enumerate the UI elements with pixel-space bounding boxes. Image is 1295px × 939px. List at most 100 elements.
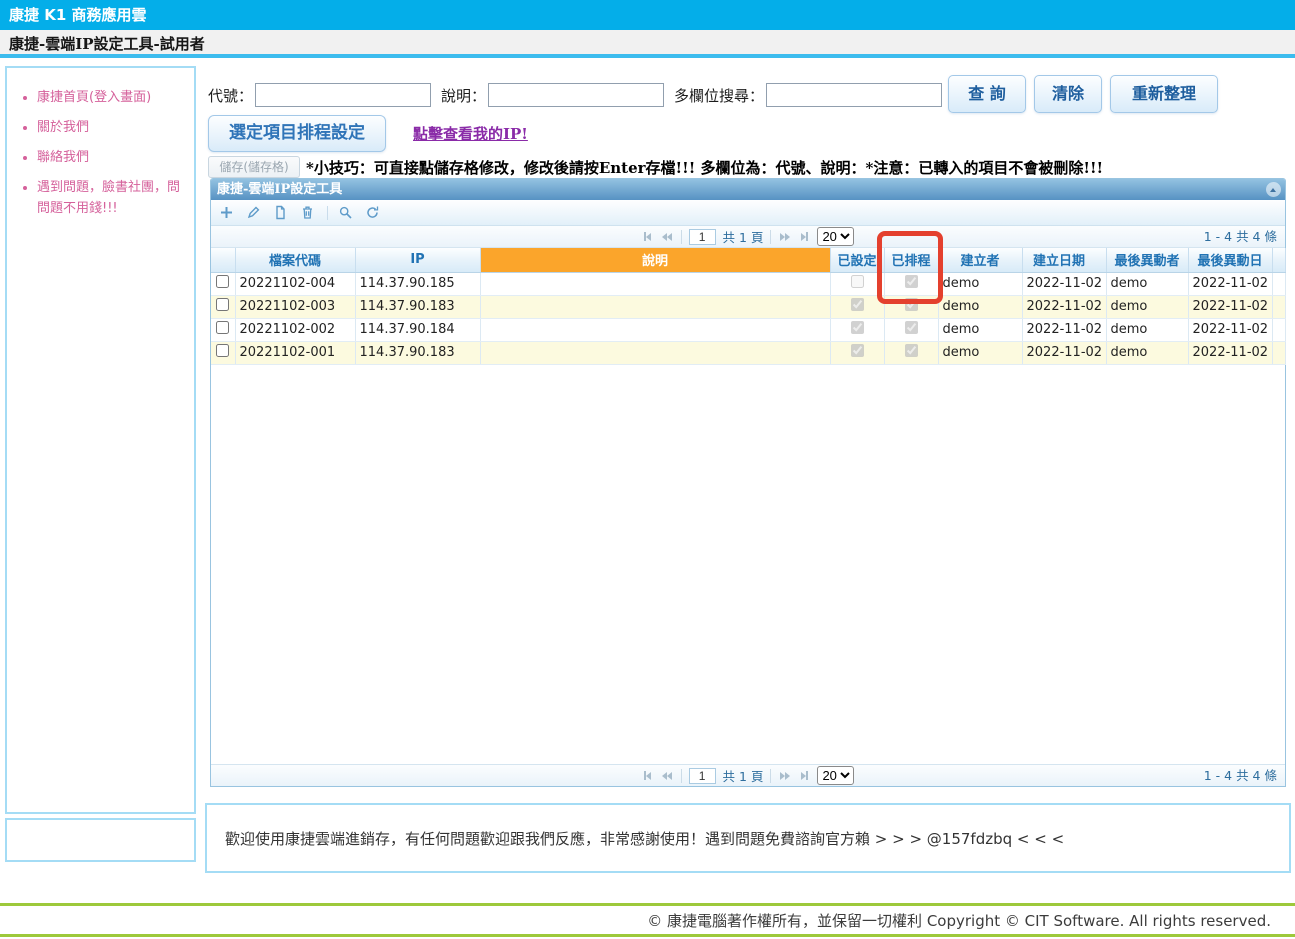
pager-top: 共 1 頁 20 1 - 4 共 4 條 bbox=[211, 226, 1285, 248]
copyright-text: © 康捷電腦著作權所有，並保留一切權利 Copyright © CIT Soft… bbox=[647, 910, 1271, 931]
cell-modifier[interactable]: demo bbox=[1106, 318, 1188, 341]
cell-scheduled-checkbox bbox=[884, 272, 938, 295]
view-icon[interactable] bbox=[273, 205, 288, 220]
cell-modifier[interactable]: demo bbox=[1106, 341, 1188, 364]
cell-desc[interactable] bbox=[480, 318, 830, 341]
page-size-select[interactable]: 20 bbox=[817, 227, 854, 246]
sidebar-item[interactable]: 康捷首頁(登入畫面) bbox=[37, 88, 184, 108]
last-page-icon[interactable] bbox=[799, 232, 810, 241]
delete-icon[interactable] bbox=[300, 205, 315, 220]
prev-page-icon[interactable] bbox=[660, 233, 674, 241]
cell-code[interactable]: 20221102-003 bbox=[235, 295, 355, 318]
collapse-icon[interactable] bbox=[1266, 182, 1281, 197]
cell-select bbox=[211, 341, 235, 364]
cell-modified-date[interactable]: 2022-11-02 bbox=[1188, 318, 1272, 341]
row-select-checkbox[interactable] bbox=[216, 321, 229, 334]
cell-filler[interactable] bbox=[1272, 341, 1285, 364]
reload-icon[interactable] bbox=[365, 205, 380, 220]
multi-search-input[interactable] bbox=[766, 83, 942, 107]
first-page-icon[interactable] bbox=[642, 232, 653, 241]
select-all-header[interactable] bbox=[211, 248, 235, 272]
col-header-desc[interactable]: 說明 bbox=[480, 248, 830, 272]
configured-checkbox bbox=[851, 275, 864, 288]
col-header-configured[interactable]: 已設定 bbox=[830, 248, 884, 272]
col-header-creator[interactable]: 建立者 bbox=[938, 248, 1022, 272]
scheduled-checkbox bbox=[905, 344, 918, 357]
cell-created-date[interactable]: 2022-11-02 bbox=[1022, 341, 1106, 364]
cell-desc[interactable] bbox=[480, 272, 830, 295]
row-select-checkbox[interactable] bbox=[216, 344, 229, 357]
cell-created-date[interactable]: 2022-11-02 bbox=[1022, 272, 1106, 295]
cell-ip[interactable]: 114.37.90.185 bbox=[355, 272, 480, 295]
cell-modified-date[interactable]: 2022-11-02 bbox=[1188, 341, 1272, 364]
action-row: 選定項目排程設定 點擊查看我的IP! bbox=[208, 114, 528, 152]
col-header-created[interactable]: 建立日期 bbox=[1022, 248, 1106, 272]
cell-creator[interactable]: demo bbox=[938, 295, 1022, 318]
clear-button[interactable]: 清除 bbox=[1034, 75, 1102, 113]
grid-panel-title: 康捷-雲端IP設定工具 bbox=[217, 182, 342, 197]
page-title-bar: 康捷-雲端IP設定工具-試用者 bbox=[0, 30, 1295, 58]
sidebar-item[interactable]: 聯絡我們 bbox=[37, 148, 184, 168]
check-my-ip-link[interactable]: 點擊查看我的IP! bbox=[413, 123, 528, 144]
sidebar-item[interactable]: 關於我們 bbox=[37, 118, 184, 138]
tip-row: 儲存(儲存格) *小技巧：可直接點儲存格修改，修改後請按Enter存檔!!! 多… bbox=[208, 154, 1103, 180]
cell-creator[interactable]: demo bbox=[938, 341, 1022, 364]
page-number-input[interactable] bbox=[689, 768, 716, 784]
cell-filler[interactable] bbox=[1272, 318, 1285, 341]
cell-code[interactable]: 20221102-001 bbox=[235, 341, 355, 364]
desc-input[interactable] bbox=[488, 83, 664, 107]
cell-modified-date[interactable]: 2022-11-02 bbox=[1188, 295, 1272, 318]
cell-code[interactable]: 20221102-004 bbox=[235, 272, 355, 295]
row-select-checkbox[interactable] bbox=[216, 275, 229, 288]
search-icon[interactable] bbox=[338, 205, 353, 220]
last-page-icon[interactable] bbox=[799, 771, 810, 780]
page-total-label: 共 1 頁 bbox=[723, 227, 764, 246]
page-root: 康捷 K1 商務應用雲 康捷-雲端IP設定工具-試用者 康捷首頁(登入畫面)關於… bbox=[0, 0, 1295, 939]
cell-code[interactable]: 20221102-002 bbox=[235, 318, 355, 341]
cell-ip[interactable]: 114.37.90.183 bbox=[355, 341, 480, 364]
cell-select bbox=[211, 272, 235, 295]
col-header-scheduled[interactable]: 已排程 bbox=[884, 248, 938, 272]
edit-icon[interactable] bbox=[246, 205, 261, 220]
cell-configured-checkbox bbox=[830, 295, 884, 318]
next-page-icon[interactable] bbox=[778, 233, 792, 241]
col-header-modified[interactable]: 最後異動日 bbox=[1188, 248, 1272, 272]
cell-modified-date[interactable]: 2022-11-02 bbox=[1188, 272, 1272, 295]
cell-filler[interactable] bbox=[1272, 272, 1285, 295]
toolbar-separator bbox=[327, 206, 328, 220]
prev-page-icon[interactable] bbox=[660, 772, 674, 780]
sidebar-item[interactable]: 遇到問題，臉書社團，問問題不用錢!!! bbox=[37, 178, 184, 218]
page-size-select[interactable]: 20 bbox=[817, 766, 854, 785]
scheduled-checkbox bbox=[905, 275, 918, 288]
query-button[interactable]: 查 詢 bbox=[948, 75, 1026, 113]
col-header-code[interactable]: 檔案代碼 bbox=[235, 248, 355, 272]
cell-ip[interactable]: 114.37.90.184 bbox=[355, 318, 480, 341]
grid-toolbar bbox=[211, 200, 1285, 226]
cell-modifier[interactable]: demo bbox=[1106, 295, 1188, 318]
cell-desc[interactable] bbox=[480, 295, 830, 318]
row-select-checkbox[interactable] bbox=[216, 298, 229, 311]
next-page-icon[interactable] bbox=[778, 772, 792, 780]
cell-filler[interactable] bbox=[1272, 295, 1285, 318]
sort-icon bbox=[1089, 250, 1095, 264]
page-total-label: 共 1 頁 bbox=[723, 766, 764, 785]
multi-search-label: 多欄位搜尋： bbox=[674, 85, 764, 106]
page-number-input[interactable] bbox=[689, 229, 716, 245]
refresh-button[interactable]: 重新整理 bbox=[1110, 75, 1218, 113]
cell-modifier[interactable]: demo bbox=[1106, 272, 1188, 295]
cell-creator[interactable]: demo bbox=[938, 318, 1022, 341]
add-icon[interactable] bbox=[219, 205, 234, 220]
cell-created-date[interactable]: 2022-11-02 bbox=[1022, 318, 1106, 341]
cell-creator[interactable]: demo bbox=[938, 272, 1022, 295]
first-page-icon[interactable] bbox=[642, 771, 653, 780]
sidebar-menu: 康捷首頁(登入畫面) 關於我們聯絡我們遇到問題，臉書社團，問問題不用錢!!! bbox=[37, 88, 184, 219]
search-form: 代號： 說明： 多欄位搜尋： 查 詢 清除 重新整理 bbox=[208, 75, 1288, 115]
schedule-setting-button[interactable]: 選定項目排程設定 bbox=[208, 115, 386, 152]
col-header-ip[interactable]: IP bbox=[355, 248, 480, 272]
code-input[interactable] bbox=[255, 83, 431, 107]
cell-ip[interactable]: 114.37.90.183 bbox=[355, 295, 480, 318]
cell-created-date[interactable]: 2022-11-02 bbox=[1022, 295, 1106, 318]
col-header-modifier[interactable]: 最後異動者 bbox=[1106, 248, 1188, 272]
cell-desc[interactable] bbox=[480, 341, 830, 364]
configured-checkbox bbox=[851, 321, 864, 334]
